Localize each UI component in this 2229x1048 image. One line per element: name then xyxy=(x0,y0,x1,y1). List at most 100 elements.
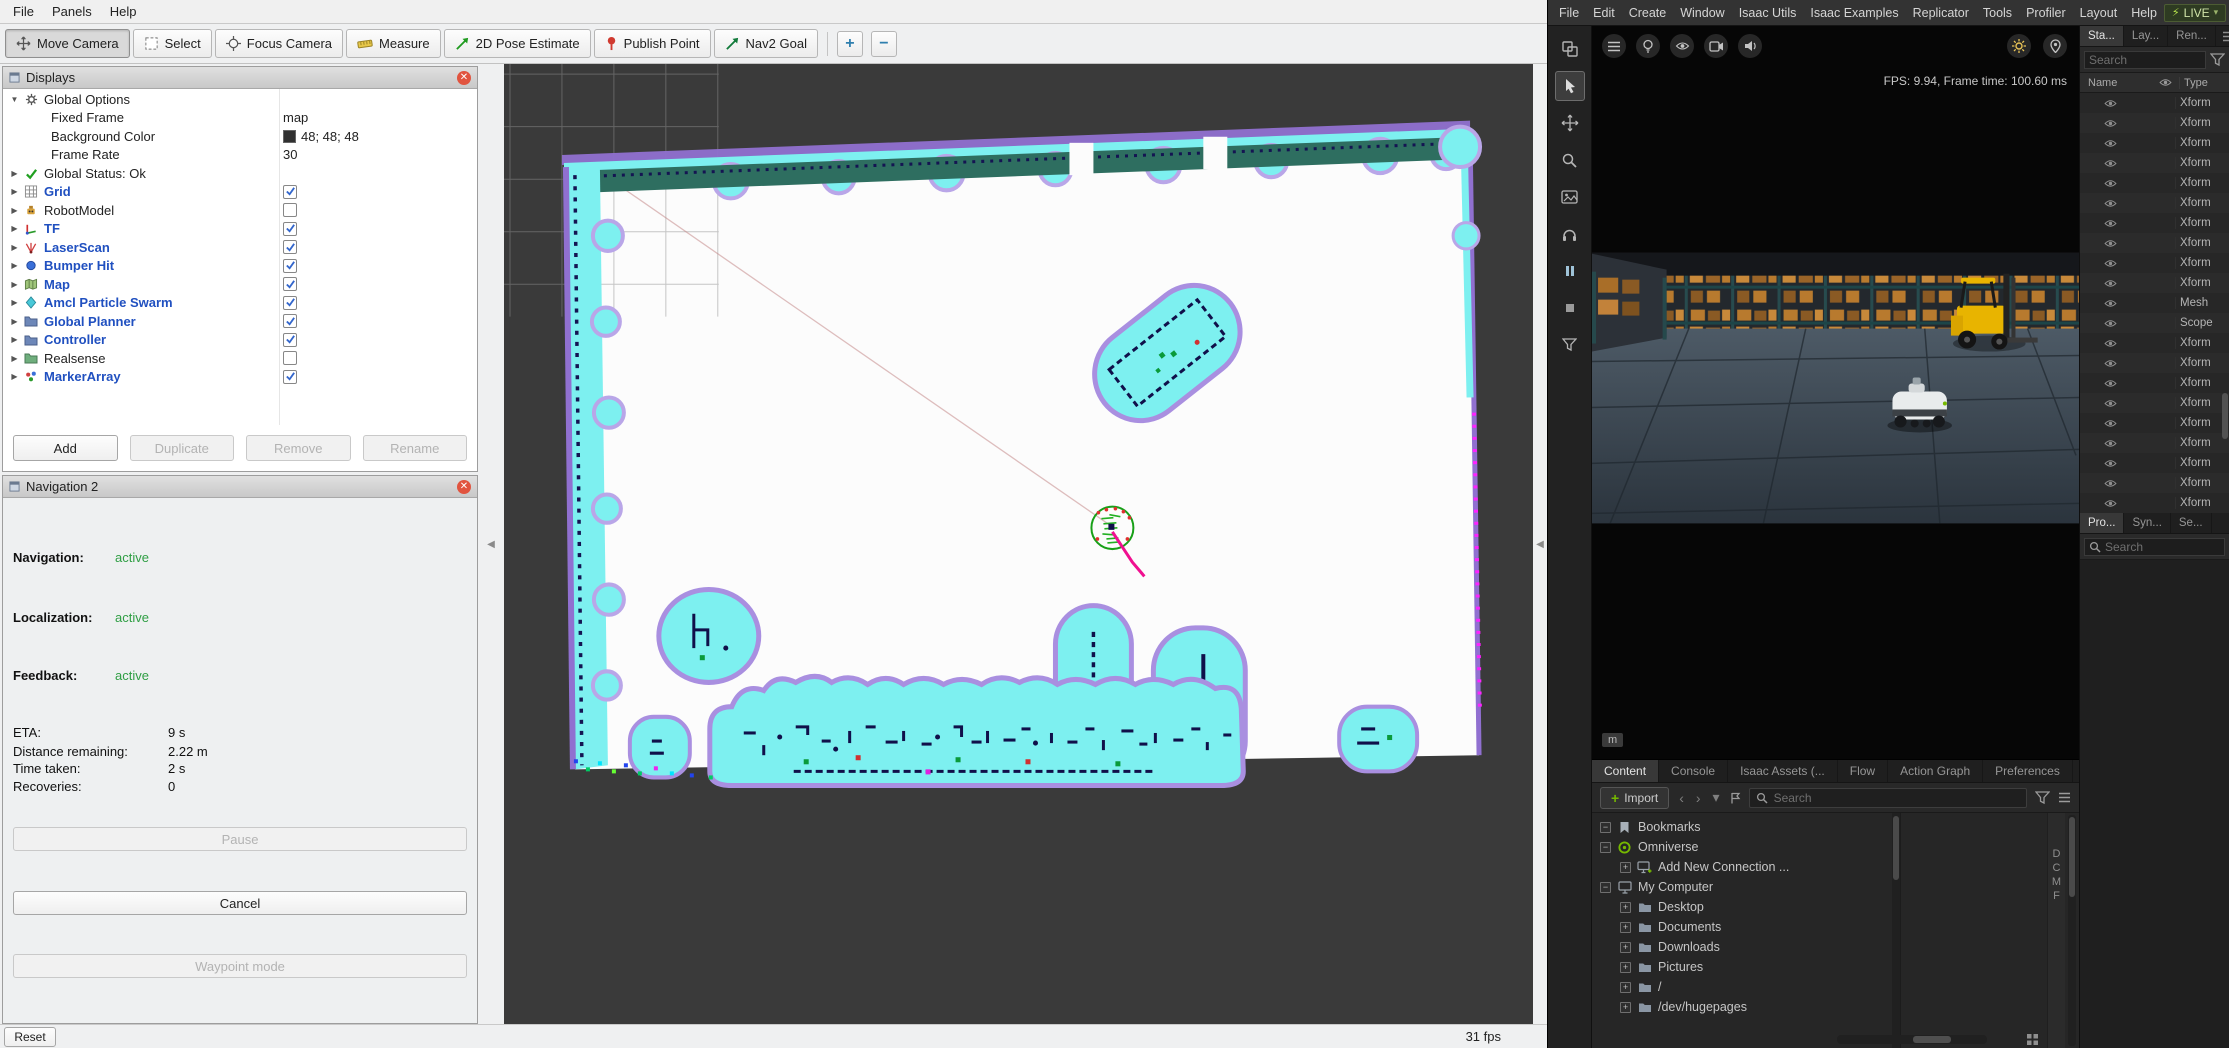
expander-icon[interactable]: ▶ xyxy=(7,224,22,233)
stage-row[interactable]: Xform xyxy=(2080,473,2229,493)
name-column-header[interactable]: Name xyxy=(2088,77,2159,89)
visibility-checkbox[interactable] xyxy=(283,370,297,384)
visibility-checkbox[interactable] xyxy=(283,277,297,291)
content-files-pane[interactable]: DCMF xyxy=(1900,813,2079,1048)
select-tool[interactable] xyxy=(1555,71,1585,101)
stage-row[interactable]: Xform xyxy=(2080,133,2229,153)
tool-measure[interactable]: Measure xyxy=(346,29,441,58)
tool-select[interactable]: Select xyxy=(133,29,212,58)
stage-search-input[interactable] xyxy=(2089,53,2201,67)
expander-icon[interactable]: ▶ xyxy=(7,317,22,326)
visibility-eye-icon[interactable] xyxy=(2104,379,2126,388)
property-background-color[interactable]: Background Color48; 48; 48 xyxy=(3,127,477,146)
menu-profiler[interactable]: Profiler xyxy=(2019,0,2073,25)
display-item-global-planner[interactable]: ▶Global Planner xyxy=(3,312,477,331)
nav2-close-button[interactable]: ✕ xyxy=(457,480,471,494)
move-tool[interactable] xyxy=(1555,108,1585,138)
history-dropdown-icon[interactable]: ▾ xyxy=(1711,789,1722,806)
visibility-eye-icon[interactable] xyxy=(2104,399,2126,408)
stage-row[interactable]: Xform xyxy=(2080,153,2229,173)
menu-help[interactable]: Help xyxy=(101,0,146,23)
filter-icon[interactable] xyxy=(2035,791,2050,805)
display-item-controller[interactable]: ▶Controller xyxy=(3,331,477,350)
visibility-eye-icon[interactable] xyxy=(2104,119,2126,128)
displays-titlebar[interactable]: Displays ✕ xyxy=(3,67,477,89)
property-value[interactable]: 48; 48; 48 xyxy=(283,129,359,144)
stage-row[interactable]: Xform xyxy=(2080,493,2229,513)
visibility-eye-icon[interactable] xyxy=(2104,159,2126,168)
property-search-box[interactable] xyxy=(2084,538,2225,556)
lighting-icon[interactable] xyxy=(1636,34,1660,58)
capture-tool[interactable] xyxy=(1555,182,1585,212)
property-value[interactable]: map xyxy=(283,110,308,125)
visibility-eye-icon[interactable] xyxy=(2104,339,2126,348)
collapse-icon[interactable]: − xyxy=(1600,842,1611,853)
live-button[interactable]: ⚡ LIVE ▾ xyxy=(2164,4,2226,22)
rename-button[interactable]: Rename xyxy=(363,435,468,461)
waypoint-mode-button[interactable]: Waypoint mode xyxy=(13,954,467,978)
scrollbar-handle[interactable] xyxy=(2222,393,2228,439)
collapse-icon[interactable]: − xyxy=(1600,822,1611,833)
visibility-eye-icon[interactable] xyxy=(2104,419,2126,428)
collapse-arrow-icon[interactable]: ◀ xyxy=(487,539,495,550)
menu-panels[interactable]: Panels xyxy=(43,0,101,23)
visibility-eye-icon[interactable] xyxy=(2104,279,2126,288)
cancel-button[interactable]: Cancel xyxy=(13,891,467,915)
stage-scrollbar[interactable] xyxy=(2222,93,2228,513)
forward-button[interactable]: › xyxy=(1694,790,1703,806)
expander-icon[interactable]: ▶ xyxy=(7,298,22,307)
duplicate-button[interactable]: Duplicate xyxy=(130,435,235,461)
property-frame-rate[interactable]: Frame Rate30 xyxy=(3,146,477,165)
files-hscrollbar[interactable] xyxy=(1837,1035,1987,1044)
stage-row[interactable]: Xform xyxy=(2080,253,2229,273)
visibility-checkbox[interactable] xyxy=(283,203,297,217)
visibility-checkbox[interactable] xyxy=(283,240,297,254)
stage-row[interactable]: Xform xyxy=(2080,333,2229,353)
stage-row[interactable]: Xform xyxy=(2080,373,2229,393)
pause-button[interactable]: Pause xyxy=(13,827,467,851)
expander-icon[interactable]: ▶ xyxy=(7,187,22,196)
display-item-bumper-hit[interactable]: ▶Bumper Hit xyxy=(3,257,477,276)
visibility-checkbox[interactable] xyxy=(283,351,297,365)
visibility-eye-icon[interactable] xyxy=(2104,219,2126,228)
stage-tab-sta[interactable]: Sta... xyxy=(2080,26,2124,46)
display-item-amcl-particle-swarm[interactable]: ▶Amcl Particle Swarm xyxy=(3,294,477,313)
stage-row[interactable]: Xform xyxy=(2080,233,2229,253)
tab-preferences[interactable]: Preferences xyxy=(1983,760,2073,782)
stage-row[interactable]: Scope xyxy=(2080,313,2229,333)
visibility-eye-icon[interactable] xyxy=(2104,499,2126,508)
menu-tools[interactable]: Tools xyxy=(1976,0,2019,25)
rviz-3d-viewport[interactable] xyxy=(504,64,1533,1024)
property-tab-pro[interactable]: Pro... xyxy=(2080,513,2124,533)
content-item-pictures[interactable]: +Pictures xyxy=(1592,957,1892,977)
expand-icon[interactable]: + xyxy=(1620,902,1631,913)
remove-tool-button[interactable]: − xyxy=(871,31,897,57)
tool-nav2-goal[interactable]: Nav2 Goal xyxy=(714,29,818,58)
layers-tool[interactable] xyxy=(1555,34,1585,64)
stage-tab-ren[interactable]: Ren... xyxy=(2168,26,2216,46)
filter-icon[interactable] xyxy=(2210,53,2225,67)
display-item-realsense[interactable]: ▶Realsense xyxy=(3,349,477,368)
expander-icon[interactable]: ▶ xyxy=(7,335,22,344)
visibility-eye-icon[interactable] xyxy=(2104,299,2126,308)
render-settings-icon[interactable] xyxy=(2007,34,2031,58)
stage-row[interactable]: Xform xyxy=(2080,193,2229,213)
visibility-checkbox[interactable] xyxy=(283,314,297,328)
property-fixed-frame[interactable]: Fixed Framemap xyxy=(3,109,477,128)
visibility-eye-icon[interactable] xyxy=(2104,179,2126,188)
tab-flow[interactable]: Flow xyxy=(1838,760,1888,782)
stage-row[interactable]: Xform xyxy=(2080,453,2229,473)
content-item-my-computer[interactable]: −My Computer xyxy=(1592,877,1892,897)
menu-file[interactable]: File xyxy=(4,0,43,23)
property-value[interactable]: 30 xyxy=(283,147,297,162)
scrollbar-handle[interactable] xyxy=(1893,816,1899,880)
view-options-icon[interactable] xyxy=(2058,792,2071,803)
display-item-laserscan[interactable]: ▶LaserScan xyxy=(3,238,477,257)
stop-button[interactable] xyxy=(1555,293,1585,323)
tab-console[interactable]: Console xyxy=(1659,760,1728,782)
expander-icon[interactable]: ▶ xyxy=(7,372,22,381)
visibility-checkbox[interactable] xyxy=(283,185,297,199)
type-column-header[interactable]: Type xyxy=(2179,77,2229,89)
collapse-icon[interactable]: − xyxy=(1600,882,1611,893)
display-item-map[interactable]: ▶Map xyxy=(3,275,477,294)
